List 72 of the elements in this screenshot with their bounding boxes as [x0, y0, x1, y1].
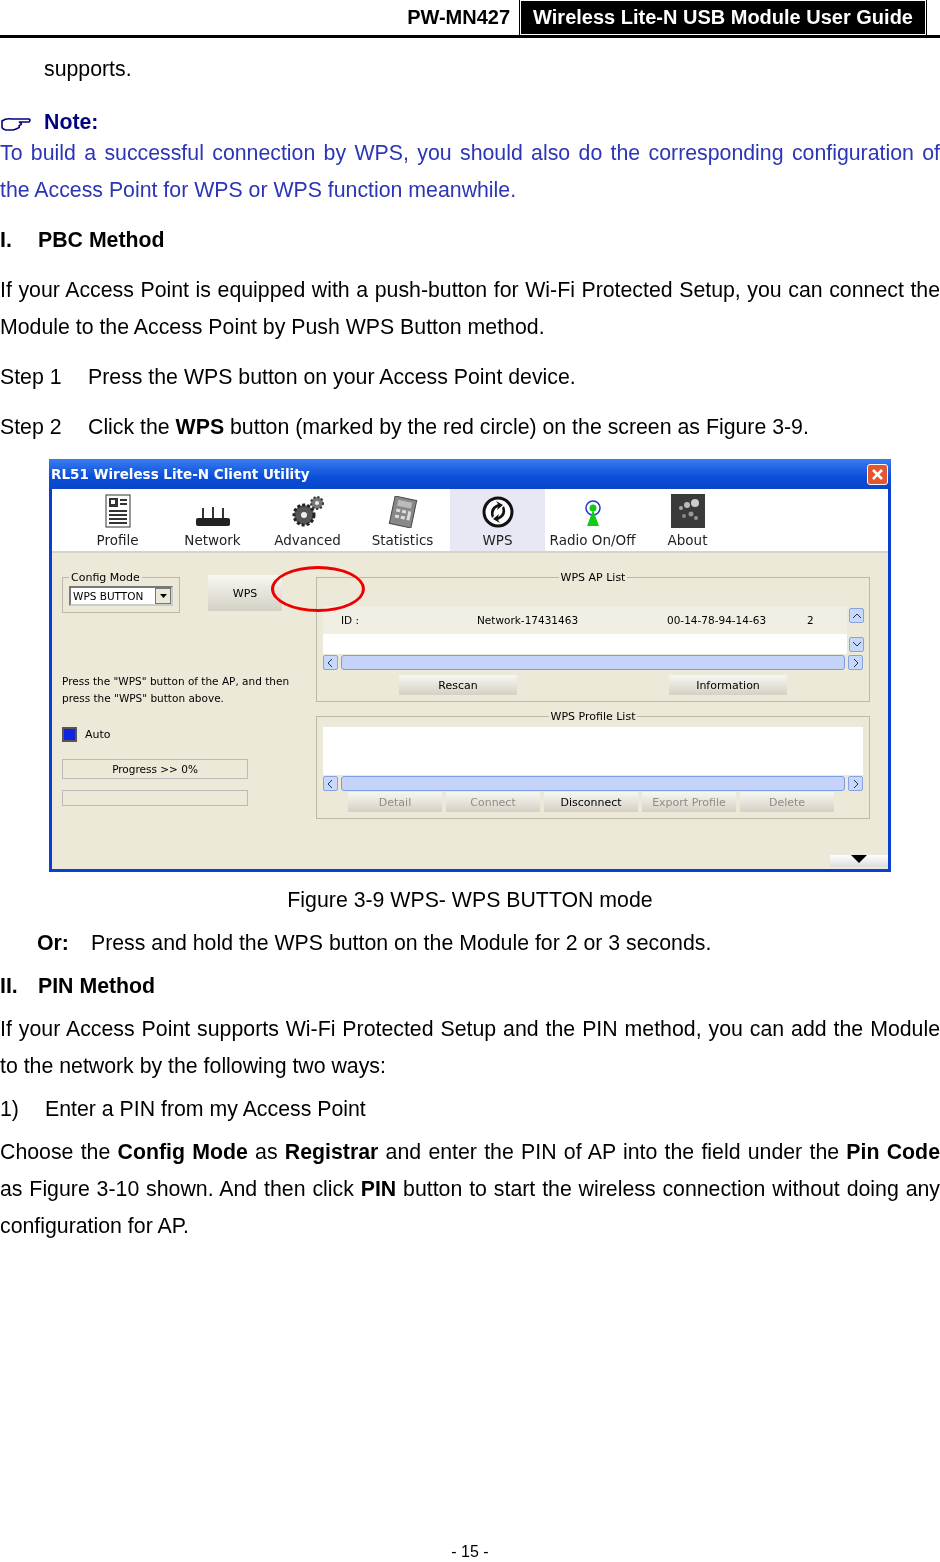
group-label: WPS Profile List	[549, 710, 637, 723]
document-icon	[103, 494, 132, 528]
checkbox-label: Auto	[85, 728, 111, 741]
window-title: RL51 Wireless Lite-N Client Utility	[51, 466, 310, 482]
page-number: - 15 -	[450, 1542, 490, 1562]
config-mode-dropdown[interactable]: WPS BUTTON	[69, 586, 173, 606]
table-cell-text: 00-14-78-94-14-63	[667, 614, 768, 626]
model-name: PW-MN427	[407, 6, 511, 29]
toolbar-tab[interactable]: Network	[165, 489, 260, 551]
close-icon	[871, 467, 884, 481]
or-label: Or:	[37, 930, 69, 957]
paragraph: If your Access Point supports Wi-Fi Protected Setup and the PIN method, you can add the Module to the network by the following two ways:	[0, 1016, 940, 1080]
group-label: Config Mode	[70, 571, 141, 584]
table-cell-text: Network-17431463	[477, 614, 580, 626]
list-button[interactable]: Disconnect	[544, 792, 638, 812]
scroll-left-button[interactable]	[323, 655, 338, 670]
step-text: Enter a PIN from my Access Point	[45, 1096, 366, 1123]
scroll-right-button[interactable]	[848, 776, 863, 791]
guide-title: Wireless Lite-N USB Module User Guide	[520, 0, 926, 35]
caret-icon	[159, 594, 167, 598]
scroll-left-button[interactable]	[323, 776, 338, 791]
paragraph: Choose the Config Mode as Registrar and enter the PIN of AP into the field under the Pin Code as Figure 3-10 shown. And then click PIN button to start the wireless connection without doing any configuration for AP.	[0, 1139, 940, 1240]
chevron-left-icon	[328, 658, 333, 667]
progress-label: Progress >> 0%	[62, 759, 248, 779]
step-number: Step 1	[0, 364, 63, 391]
toolbar-tab[interactable]: About	[640, 489, 735, 551]
expand-button[interactable]	[830, 855, 888, 867]
toolbar-tab[interactable]: WPS	[450, 489, 545, 551]
chevron-right-icon	[853, 658, 858, 667]
group-label: WPS AP List	[559, 571, 627, 584]
note-text: To build a successful connection by WPS, you should also do the corresponding configuration of the Access Point for WPS or WPS function meanwhile.	[0, 140, 940, 204]
instruction-text: Press the "WPS" button of the AP, and then press the "WPS" button above.	[62, 674, 291, 706]
toolbar-tab[interactable]: Advanced	[260, 489, 355, 551]
heading-number: II.	[0, 973, 19, 1000]
step-number: 1)	[0, 1096, 20, 1123]
paragraph: supports.	[43, 56, 133, 83]
section-heading: PIN Method	[38, 973, 156, 1000]
toolbar-tab[interactable]: Profile	[70, 489, 165, 551]
note-heading: Note:	[44, 110, 99, 135]
step-text: Press and hold the WPS button on the Module for 2 or 3 seconds.	[90, 930, 712, 957]
gears-icon	[290, 494, 325, 528]
table-cell-text: 2	[807, 614, 815, 626]
figure-caption: Figure 3-9 WPS- WPS BUTTON mode	[286, 887, 654, 914]
scroll-right-button[interactable]	[848, 655, 863, 670]
toolbar-tab[interactable]: Statistics	[355, 489, 450, 551]
chevron-up-icon	[852, 613, 861, 618]
close-button[interactable]	[867, 463, 888, 485]
list-button[interactable]: Information	[669, 675, 787, 695]
down-arrow-icon	[851, 855, 867, 863]
paragraph: If your Access Point is equipped with a push-button for Wi-Fi Protected Setup, you can connect the Module to the Access Point by Push WPS Button method.	[0, 277, 940, 341]
toolbar-tab[interactable]: Radio On/Off	[545, 489, 640, 551]
wps-button[interactable]: WPS	[208, 575, 282, 611]
step-number: Step 2	[0, 414, 63, 441]
antenna-icon	[582, 500, 603, 528]
step-text: Click the WPS button (marked by the red circle) on the screen as Figure 3-9.	[88, 414, 809, 441]
checkbox[interactable]	[62, 727, 77, 742]
router-icon	[194, 506, 231, 528]
table-cell-text: ID :	[341, 614, 361, 626]
chevron-right-icon	[853, 779, 858, 788]
scroll-down-button[interactable]	[849, 637, 864, 652]
scroll-up-button[interactable]	[849, 608, 864, 623]
step-text: Press the WPS button on your Access Point device.	[88, 364, 576, 391]
list-button[interactable]: Rescan	[399, 675, 517, 695]
section-heading: PBC Method	[38, 227, 165, 254]
scrollbar[interactable]	[341, 655, 845, 670]
calculator-icon	[387, 496, 418, 528]
chevron-left-icon	[328, 779, 333, 788]
dots-icon	[670, 494, 705, 528]
wps-icon	[481, 496, 514, 528]
heading-number: I.	[0, 227, 13, 254]
scrollbar[interactable]	[341, 776, 845, 791]
chevron-down-icon	[852, 642, 861, 647]
